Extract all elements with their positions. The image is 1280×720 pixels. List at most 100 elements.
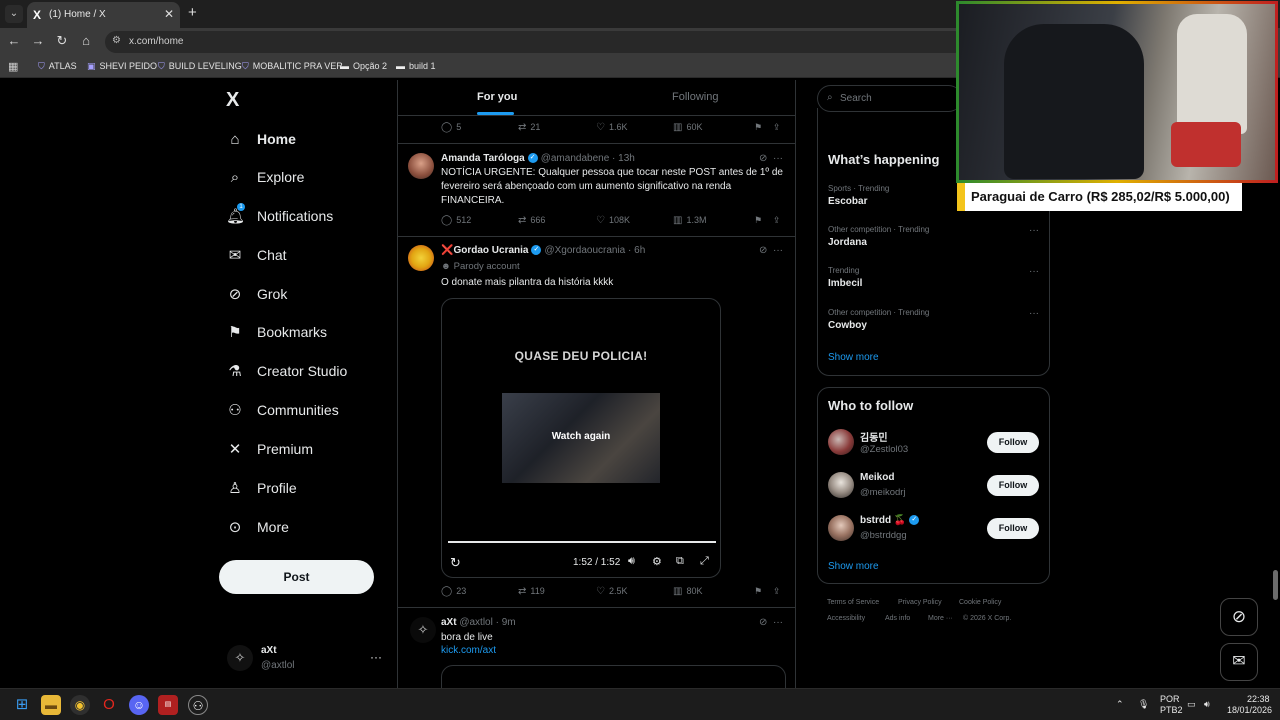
reply-button[interactable]: ◯ 5: [441, 122, 461, 133]
nav-chat[interactable]: ✉ Chat: [226, 242, 287, 268]
forward-icon[interactable]: →: [29, 33, 47, 48]
nav-bookmarks[interactable]: ⚑ Bookmarks: [226, 319, 327, 345]
fullscreen-icon[interactable]: ⤢: [700, 555, 709, 568]
app-icon[interactable]: ⚇: [188, 695, 208, 715]
footer-ads-info[interactable]: Ads info: [885, 615, 910, 622]
bookmark-mobalitic[interactable]: ⛉ MOBALITIC PRA VER: [242, 61, 343, 72]
post-menu[interactable]: ⊘ ···: [759, 245, 783, 256]
views-button[interactable]: ▥ 60K: [673, 122, 702, 133]
bookmark-build-leveling[interactable]: ⛉ BUILD LEVELING: [158, 61, 242, 72]
nav-more[interactable]: ⊙ More: [226, 514, 289, 540]
nav-home[interactable]: ⌂ Home: [226, 126, 295, 152]
network-icon[interactable]: ▭: [1187, 699, 1196, 710]
nav-communities[interactable]: ⚇ Communities: [226, 397, 338, 423]
views-button[interactable]: ▥ 1.3M: [673, 215, 706, 226]
account-avatar[interactable]: ✧: [227, 645, 253, 671]
apps-grid-icon[interactable]: ▦: [8, 60, 18, 73]
video-player[interactable]: QUASE DEU POLICIA! Watch again ↻ 1:52 / …: [441, 298, 721, 578]
keyboard-layout[interactable]: PTB2: [1160, 705, 1183, 715]
share-icon[interactable]: ⇪: [773, 586, 781, 597]
like-button[interactable]: ♡ 1.6K: [596, 122, 627, 133]
site-info-icon[interactable]: ⚙: [112, 35, 121, 46]
grok-icon[interactable]: ⊘: [759, 245, 767, 256]
grok-icon[interactable]: ⊘: [759, 153, 767, 164]
avatar[interactable]: [408, 153, 434, 179]
file-explorer-icon[interactable]: ▬: [41, 695, 61, 715]
avatar[interactable]: [828, 472, 854, 498]
more-icon[interactable]: ···: [1029, 308, 1039, 319]
nav-creator-studio[interactable]: ⚗ Creator Studio: [226, 358, 347, 384]
post-menu[interactable]: ⊘ ···: [759, 153, 783, 164]
trend-name[interactable]: Escobar: [828, 196, 867, 207]
settings-icon[interactable]: ⚙: [652, 555, 662, 568]
opera-icon[interactable]: O: [99, 695, 119, 715]
more-icon[interactable]: ···: [1029, 225, 1039, 236]
follow-name[interactable]: 김동민: [860, 429, 888, 444]
repost-button[interactable]: ⇄ 119: [518, 586, 545, 597]
footer-more[interactable]: More ···: [928, 615, 953, 622]
address-bar[interactable]: ⚙ x.com/home: [105, 31, 965, 53]
post-author[interactable]: Amanda Taróloga ✓ @amandabene · 13h: [441, 153, 635, 164]
video-progress-bar[interactable]: [448, 541, 716, 543]
grok-float-icon[interactable]: ⊘: [1220, 598, 1258, 636]
nav-explore[interactable]: ⌕ Explore: [226, 164, 305, 190]
nav-grok[interactable]: ⊘ Grok: [226, 281, 288, 307]
trend-name[interactable]: Jordana: [828, 237, 867, 248]
more-icon[interactable]: ···: [1029, 266, 1039, 277]
video-frame[interactable]: Watch again: [502, 393, 660, 483]
reply-button[interactable]: ◯ 512: [441, 215, 471, 226]
views-button[interactable]: ▥ 80K: [673, 586, 702, 597]
reload-icon[interactable]: ↻: [53, 33, 71, 49]
bookmark-post-icon[interactable]: ⚑: [754, 215, 762, 226]
link-preview-card[interactable]: [441, 665, 786, 688]
more-icon[interactable]: ···: [773, 153, 783, 164]
show-more-link[interactable]: Show more: [828, 352, 879, 363]
like-button[interactable]: ♡ 108K: [596, 215, 630, 226]
volume-icon[interactable]: 🔊︎: [628, 555, 635, 568]
scroll-thumb[interactable]: [1273, 570, 1278, 600]
more-icon[interactable]: ···: [773, 245, 783, 256]
post-button[interactable]: Post: [219, 560, 374, 594]
windows-start-icon[interactable]: ⊞: [12, 695, 32, 715]
chevron-up-icon[interactable]: ⌃: [1116, 699, 1124, 710]
account-menu-icon[interactable]: ···: [370, 650, 382, 664]
avatar[interactable]: [408, 245, 434, 271]
clock-time[interactable]: 22:38: [1247, 694, 1270, 704]
bookmark-atlas[interactable]: ⛉ ATLAS: [38, 61, 77, 72]
avatar[interactable]: [828, 429, 854, 455]
footer-cookie[interactable]: Cookie Policy: [959, 599, 1001, 606]
show-more-link[interactable]: Show more: [828, 561, 879, 572]
follow-button[interactable]: Follow: [987, 475, 1039, 496]
share-icon[interactable]: ⇪: [773, 122, 781, 133]
back-icon[interactable]: ←: [5, 33, 23, 48]
reply-button[interactable]: ◯ 23: [441, 586, 466, 597]
more-icon[interactable]: ···: [773, 617, 783, 628]
replay-icon[interactable]: ↻: [450, 555, 461, 571]
bookmark-post-icon[interactable]: ⚑: [754, 122, 762, 133]
post-menu[interactable]: ⊘ ···: [759, 617, 783, 628]
trend-name[interactable]: Cowboy: [828, 320, 867, 331]
close-tab-icon[interactable]: ✕: [164, 7, 174, 21]
follow-name[interactable]: Meikod: [860, 472, 894, 483]
tab-search-icon[interactable]: ⌄: [5, 5, 23, 23]
footer-accessibility[interactable]: Accessibility: [827, 615, 865, 622]
avatar[interactable]: [828, 515, 854, 541]
language-code[interactable]: POR: [1160, 694, 1180, 704]
new-tab-icon[interactable]: +: [188, 4, 197, 21]
chrome-icon[interactable]: ◉: [70, 695, 90, 715]
bookmark-opcao-2[interactable]: ▬ Opção 2: [340, 61, 387, 71]
browser-tab[interactable]: X (1) Home / X ✕: [27, 2, 180, 28]
trend-name[interactable]: Imbecil: [828, 278, 862, 289]
nav-profile[interactable]: ♙ Profile: [226, 475, 296, 501]
like-button[interactable]: ♡ 2.5K: [596, 586, 627, 597]
post-author[interactable]: aXt @axtlol · 9m: [441, 617, 516, 628]
discord-icon[interactable]: ☺: [129, 695, 149, 715]
tab-for-you[interactable]: For you: [477, 91, 517, 103]
microphone-icon[interactable]: 🎙︎: [1138, 699, 1149, 710]
pip-icon[interactable]: ⧉: [676, 555, 684, 568]
bookmark-shevi-peido[interactable]: ▣ SHEVI PEIDO: [87, 61, 157, 72]
repost-button[interactable]: ⇄ 666: [518, 215, 545, 226]
home-icon[interactable]: ⌂: [77, 33, 95, 48]
watch-again-button[interactable]: Watch again: [502, 431, 660, 442]
nav-notifications[interactable]: 🔔︎ 1 Notifications: [226, 203, 333, 229]
